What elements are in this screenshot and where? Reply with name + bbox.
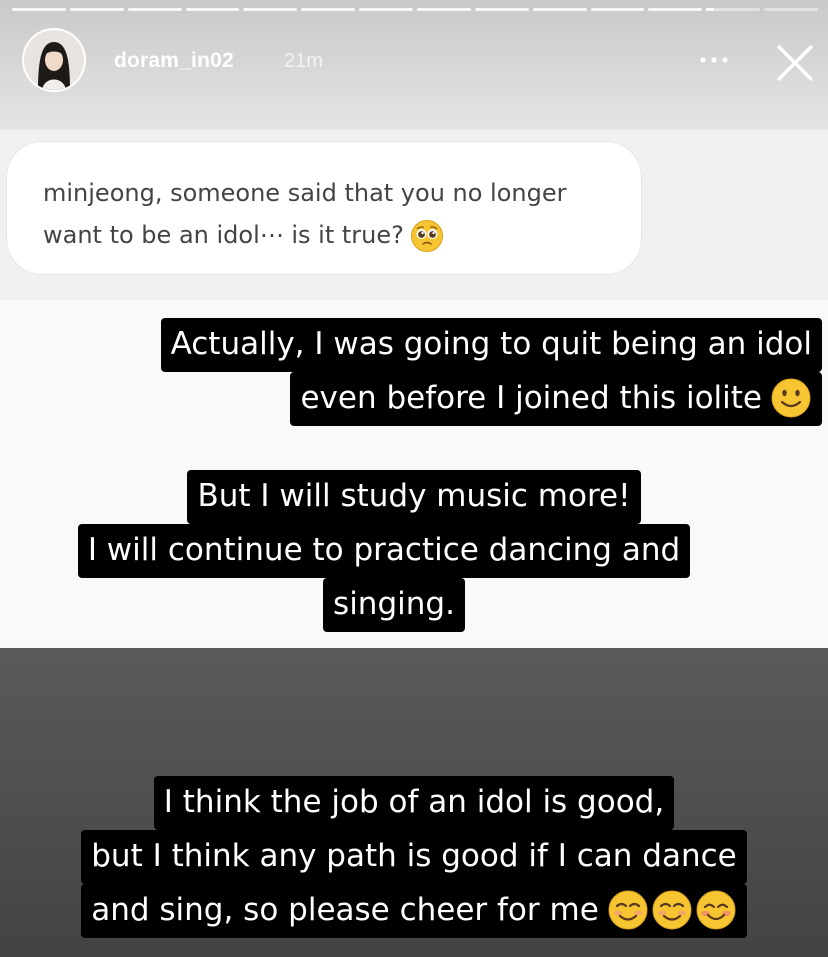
progress-segment — [532, 8, 587, 11]
caption-line: But I will study music more! — [187, 470, 641, 524]
caption-text: and sing, so please cheer for me — [91, 892, 599, 928]
caption-text: I think the job of an idol is good, — [163, 784, 665, 820]
caption-text: even before I joined this iolite — [300, 380, 762, 416]
progress-segment — [243, 8, 298, 11]
progress-segment — [706, 8, 761, 11]
progress-segment — [185, 8, 240, 11]
question-text: minjeong, someone said that you no longe… — [43, 172, 623, 256]
caption-text: But I will study music more! — [197, 478, 631, 514]
more-horizontal-icon[interactable] — [694, 46, 734, 74]
progress-segment — [359, 8, 414, 11]
caption-text: I will continue to practice dancing and — [87, 532, 681, 568]
close-icon[interactable] — [772, 40, 818, 86]
progress-segment — [417, 8, 471, 11]
caption-line: singing. — [323, 578, 465, 632]
progress-segment-fill — [706, 8, 715, 11]
progress-segment — [764, 8, 819, 11]
caption-line: but I think any path is good if I can da… — [81, 830, 747, 884]
caption-line: and sing, so please cheer for me — [81, 884, 747, 938]
progress-segment — [127, 8, 182, 11]
caption-block-3: I think the job of an idol is good, but … — [0, 776, 828, 938]
question-sticker: minjeong, someone said that you no longe… — [6, 141, 642, 275]
progress-segment — [648, 8, 703, 11]
post-time: 21m — [284, 50, 323, 72]
relieved-smiling-face-emoji — [607, 889, 649, 931]
smiling-face-with-smiling-eyes-emoji — [695, 889, 737, 931]
caption-text: singing. — [333, 586, 455, 622]
caption-line: Actually, I was going to quit being an i… — [160, 318, 822, 372]
pleading-face-emoji — [410, 219, 444, 253]
username[interactable]: doram_in02 — [114, 49, 234, 73]
question-text-content: minjeong, someone said that you no longe… — [43, 179, 567, 249]
caption-text: Actually, I was going to quit being an i… — [170, 326, 812, 362]
progress-segment — [301, 8, 356, 11]
progress-segment — [12, 8, 66, 11]
slightly-smiling-face-emoji — [770, 377, 812, 419]
caption-line: even before I joined this iolite — [290, 372, 822, 426]
caption-block-2: But I will study music more! I will cont… — [0, 470, 828, 632]
progress-segment — [590, 8, 645, 11]
caption-line: I will continue to practice dancing and — [77, 524, 691, 578]
caption-block-1: Actually, I was going to quit being an i… — [160, 318, 822, 426]
story-progress-bar — [12, 8, 819, 11]
progress-segment — [69, 8, 124, 11]
progress-segment — [474, 8, 529, 11]
caption-text: but I think any path is good if I can da… — [91, 838, 737, 874]
caption-line: I think the job of an idol is good, — [153, 776, 675, 830]
avatar[interactable] — [24, 30, 84, 90]
relieved-smiling-face-emoji — [651, 889, 693, 931]
